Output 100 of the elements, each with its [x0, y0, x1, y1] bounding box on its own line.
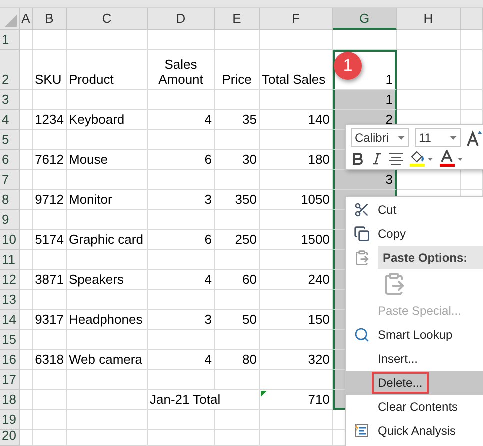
table-cell[interactable]: [20, 270, 33, 290]
table-cell[interactable]: [67, 250, 148, 270]
table-cell[interactable]: [20, 230, 33, 250]
table-cell[interactable]: [67, 210, 148, 230]
table-cell[interactable]: [20, 390, 33, 410]
row-header[interactable]: 20: [0, 430, 20, 446]
table-cell[interactable]: 5174: [33, 230, 67, 250]
select-all-button[interactable]: [0, 8, 20, 30]
table-cell[interactable]: [33, 370, 67, 390]
table-cell[interactable]: 30: [215, 150, 260, 170]
table-cell[interactable]: [67, 30, 148, 50]
menu-item[interactable]: Insert...: [346, 347, 483, 371]
table-cell[interactable]: 4: [148, 350, 215, 370]
column-header[interactable]: A: [20, 8, 33, 30]
bold-icon[interactable]: [351, 150, 365, 168]
table-cell[interactable]: Graphic card: [67, 230, 148, 250]
table-cell[interactable]: [67, 410, 148, 430]
table-cell[interactable]: 3: [148, 190, 215, 210]
table-cell[interactable]: [215, 410, 260, 430]
table-cell[interactable]: [20, 50, 33, 90]
table-cell[interactable]: [33, 90, 67, 110]
table-cell[interactable]: [215, 370, 260, 390]
table-cell[interactable]: [20, 210, 33, 230]
font-color-icon[interactable]: [439, 150, 463, 168]
table-cell[interactable]: Price: [215, 50, 260, 90]
table-cell[interactable]: Jan-21 Total: [148, 390, 260, 410]
column-header[interactable]: G: [333, 8, 397, 30]
table-cell[interactable]: [20, 30, 33, 50]
table-cell[interactable]: [148, 90, 215, 110]
table-cell[interactable]: [148, 130, 215, 150]
table-cell[interactable]: Sales Amount: [148, 50, 215, 90]
row-header[interactable]: 4: [0, 110, 20, 130]
menu-item[interactable]: Smart Lookup: [346, 323, 483, 347]
fill-color-icon[interactable]: [409, 150, 433, 168]
table-cell[interactable]: [20, 410, 33, 430]
table-cell[interactable]: [461, 50, 483, 90]
table-cell[interactable]: [67, 290, 148, 310]
table-cell[interactable]: [20, 190, 33, 210]
table-cell[interactable]: Mouse: [67, 150, 148, 170]
table-cell[interactable]: Monitor: [67, 190, 148, 210]
table-cell[interactable]: [20, 250, 33, 270]
table-cell[interactable]: 4: [148, 110, 215, 130]
table-cell[interactable]: [20, 370, 33, 390]
table-cell[interactable]: 6: [148, 150, 215, 170]
row-header[interactable]: 14: [0, 310, 20, 330]
table-cell[interactable]: [148, 170, 215, 190]
column-header[interactable]: E: [215, 8, 260, 30]
table-cell[interactable]: [33, 330, 67, 350]
table-cell[interactable]: [67, 170, 148, 190]
table-cell[interactable]: [148, 250, 215, 270]
table-cell[interactable]: [67, 130, 148, 150]
table-cell[interactable]: 50: [215, 310, 260, 330]
table-cell[interactable]: [67, 330, 148, 350]
menu-item[interactable]: Copy: [346, 222, 483, 246]
table-cell[interactable]: [33, 290, 67, 310]
table-cell[interactable]: [215, 130, 260, 150]
table-cell[interactable]: 250: [215, 230, 260, 250]
column-header[interactable]: H: [397, 8, 461, 30]
table-cell[interactable]: 6318: [33, 350, 67, 370]
table-cell[interactable]: [20, 430, 33, 446]
table-cell[interactable]: [215, 90, 260, 110]
row-header[interactable]: 2: [0, 50, 20, 90]
table-cell[interactable]: [260, 430, 333, 446]
table-cell[interactable]: [461, 30, 483, 50]
font-size-dropdown[interactable]: 11: [415, 128, 461, 147]
table-cell[interactable]: 6: [148, 230, 215, 250]
table-cell[interactable]: 4: [148, 270, 215, 290]
table-cell[interactable]: [215, 30, 260, 50]
table-cell[interactable]: 35: [215, 110, 260, 130]
table-cell[interactable]: [20, 90, 33, 110]
row-header[interactable]: 19: [0, 410, 20, 430]
column-header[interactable]: B: [33, 8, 67, 30]
table-cell[interactable]: [148, 210, 215, 230]
table-cell[interactable]: [333, 30, 397, 50]
table-cell[interactable]: [20, 130, 33, 150]
table-cell[interactable]: [397, 50, 461, 90]
table-cell[interactable]: [397, 30, 461, 50]
row-header[interactable]: 16: [0, 350, 20, 370]
table-cell[interactable]: 9712: [33, 190, 67, 210]
table-cell[interactable]: [148, 330, 215, 350]
menu-item[interactable]: Quick Analysis: [346, 419, 483, 443]
table-cell[interactable]: Total Sales: [260, 50, 333, 90]
table-cell[interactable]: [33, 210, 67, 230]
table-cell[interactable]: [33, 170, 67, 190]
table-cell[interactable]: [67, 370, 148, 390]
row-header[interactable]: 3: [0, 90, 20, 110]
table-cell[interactable]: [20, 290, 33, 310]
row-header[interactable]: 18: [0, 390, 20, 410]
align-center-icon[interactable]: [389, 153, 403, 165]
table-cell[interactable]: SKU: [33, 50, 67, 90]
column-header[interactable]: F: [260, 8, 333, 30]
table-cell[interactable]: 7612: [33, 150, 67, 170]
table-cell[interactable]: [20, 350, 33, 370]
column-header[interactable]: D: [148, 8, 215, 30]
table-cell[interactable]: [148, 30, 215, 50]
table-cell[interactable]: 60: [215, 270, 260, 290]
table-cell[interactable]: 9317: [33, 310, 67, 330]
table-cell[interactable]: [148, 370, 215, 390]
row-header[interactable]: 9: [0, 210, 20, 230]
table-cell[interactable]: Product: [67, 50, 148, 90]
